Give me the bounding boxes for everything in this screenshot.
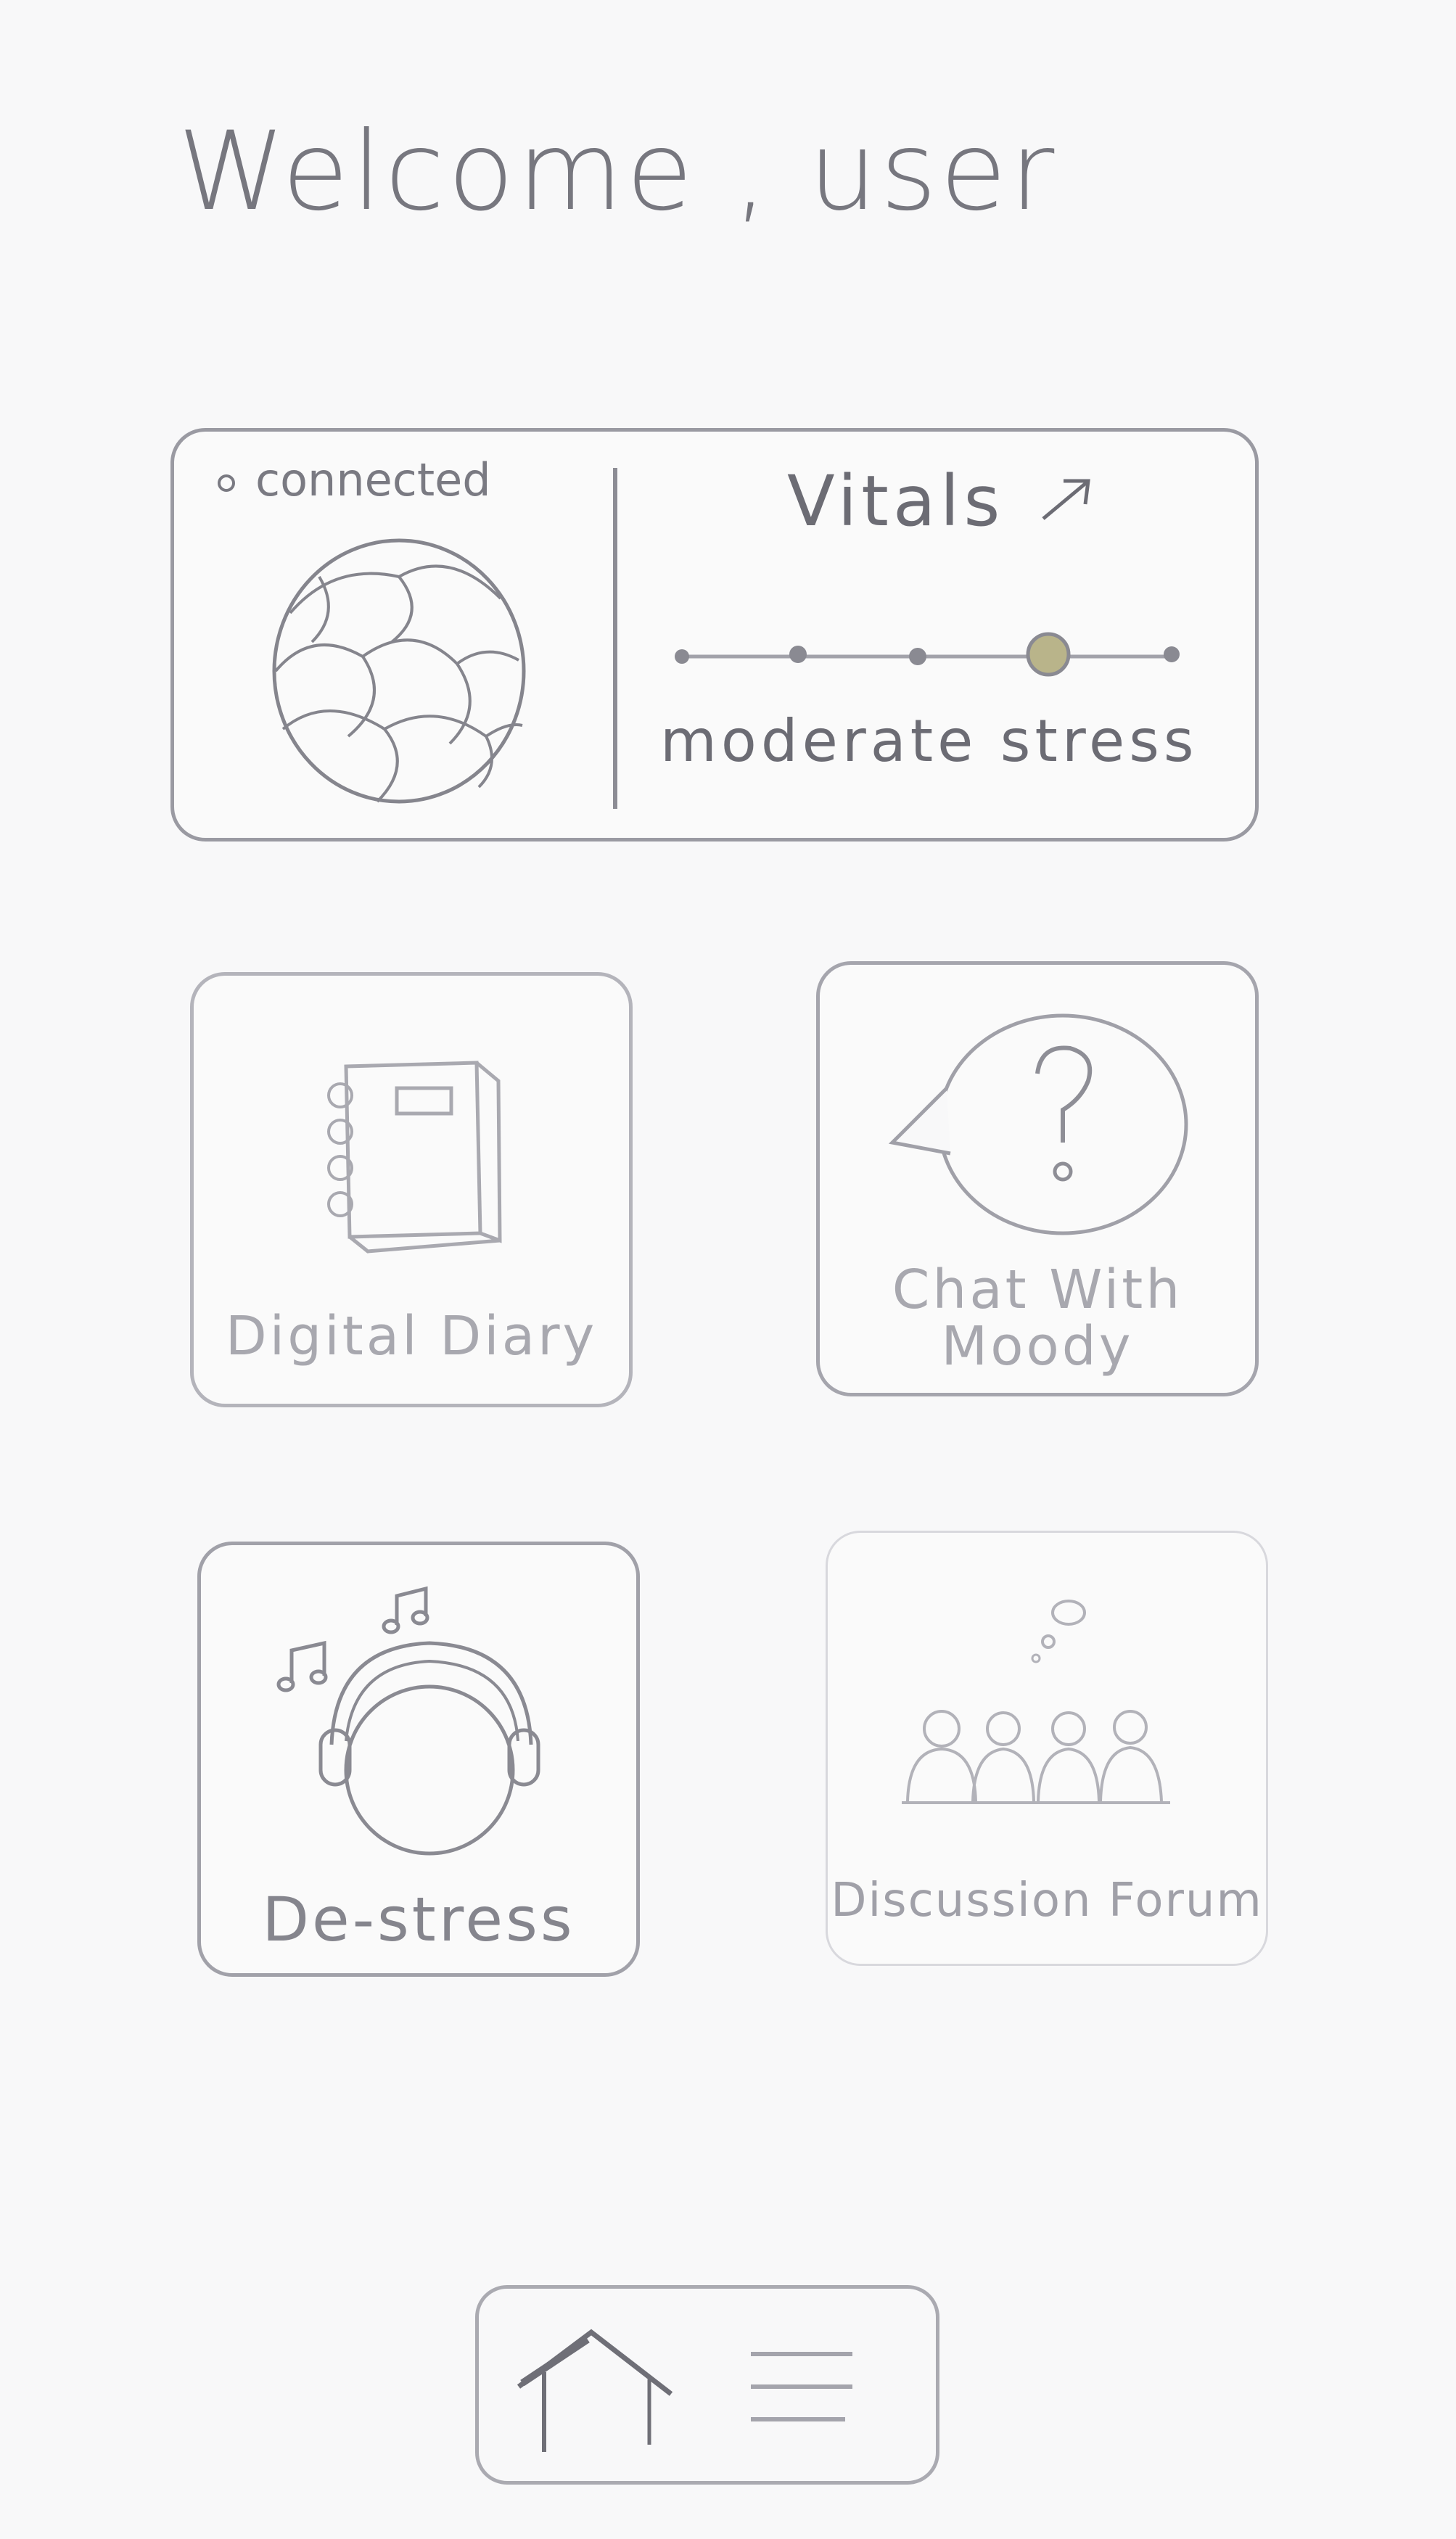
home-nav-button[interactable] — [508, 2318, 673, 2456]
digital-diary-label: Digital Diary — [225, 1305, 598, 1367]
group-thought-bubble-icon — [902, 1600, 1170, 1804]
hamburger-menu-icon — [751, 2352, 852, 2421]
chat-with-moody-label-line1: Chat With — [892, 1259, 1183, 1321]
de-stress-tile[interactable]: De-stress — [197, 1542, 640, 1977]
discussion-forum-tile[interactable]: Discussion Forum — [826, 1531, 1268, 1966]
chat-with-moody-label-line2: Moody — [941, 1315, 1134, 1378]
chat-with-moody-label: Chat With Moody — [820, 1262, 1255, 1375]
home-screen: Welcome , user connected Vitals moderate… — [0, 0, 1456, 2539]
discussion-forum-label: Discussion Forum — [831, 1874, 1263, 1927]
notebook-icon — [327, 1061, 502, 1254]
menu-nav-button[interactable] — [740, 2318, 885, 2456]
stress-level-label: moderate stress — [660, 707, 1198, 775]
connection-dot-icon — [218, 474, 235, 492]
stress-scale-dot-5 — [1164, 646, 1180, 662]
wearable-device-icon — [272, 538, 526, 804]
connection-status-label: connected — [255, 453, 491, 506]
vitals-card[interactable]: connected Vitals moderate stress — [170, 428, 1259, 841]
digital-diary-tile[interactable]: Digital Diary — [190, 972, 633, 1407]
vitals-divider — [613, 468, 617, 809]
arrow-up-right-icon[interactable] — [1037, 474, 1095, 524]
question-speech-bubble-icon — [888, 1013, 1188, 1235]
stress-scale-dot-2 — [789, 646, 807, 663]
stress-scale-dot-1 — [675, 649, 689, 664]
chat-with-moody-tile[interactable]: Chat With Moody — [816, 961, 1259, 1396]
bottom-nav-bar — [475, 2285, 939, 2485]
vitals-title: Vitals — [787, 461, 1005, 542]
home-icon — [517, 2329, 673, 2452]
stress-scale-dot-selected — [1026, 632, 1071, 677]
de-stress-label: De-stress — [262, 1884, 575, 1955]
headphones-music-icon — [276, 1586, 540, 1856]
stress-scale-dot-3 — [909, 648, 926, 665]
connection-status: connected — [218, 453, 491, 506]
stress-level-scale — [675, 632, 1180, 677]
welcome-heading: Welcome , user — [178, 109, 1058, 235]
